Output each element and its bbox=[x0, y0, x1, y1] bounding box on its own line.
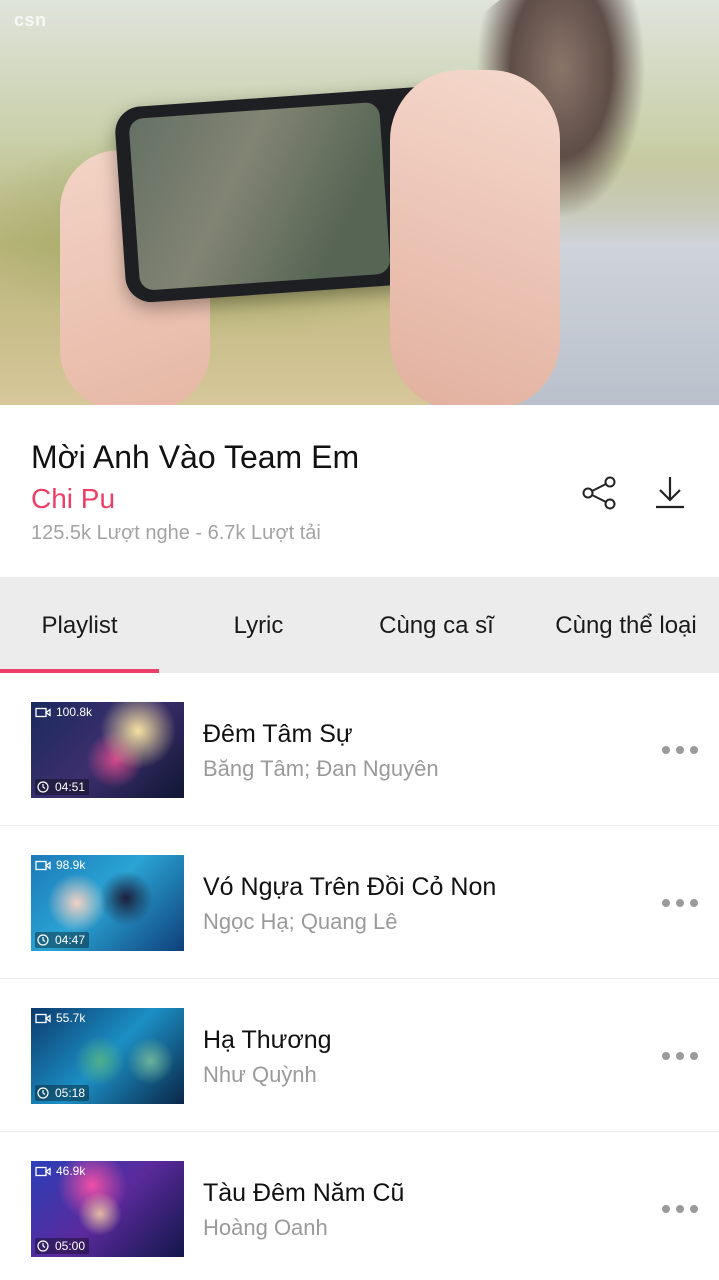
song-title: Mời Anh Vào Team Em bbox=[31, 439, 360, 475]
clock-icon bbox=[37, 1240, 49, 1252]
duration-badge: 04:47 bbox=[35, 932, 90, 948]
view-count: 98.9k bbox=[35, 858, 85, 872]
tab-playlist[interactable]: Playlist bbox=[0, 577, 159, 673]
item-artist: Như Quỳnh bbox=[203, 1062, 317, 1087]
clock-icon bbox=[37, 934, 49, 946]
tab-bar: Playlist Lyric Cùng ca sĩ Cùng thể loại bbox=[0, 577, 719, 673]
view-count: 100.8k bbox=[35, 705, 92, 719]
song-info: Mời Anh Vào Team Em Chi Pu 125.5k Lượt n… bbox=[0, 405, 719, 577]
duration-badge: 05:00 bbox=[35, 1238, 90, 1254]
song-stats: 125.5k Lượt nghe - 6.7k Lượt tải bbox=[31, 522, 321, 544]
duration-badge: 05:18 bbox=[35, 1085, 90, 1101]
item-artist: Băng Tâm; Đan Nguyên bbox=[203, 756, 439, 781]
list-item[interactable]: 55.7k 05:18 Hạ Thương Như Quỳnh bbox=[0, 979, 719, 1132]
tab-same-genre[interactable]: Cùng thể loại bbox=[541, 577, 711, 673]
video-thumbnail[interactable]: 100.8k 04:51 bbox=[31, 702, 184, 798]
list-item[interactable]: 100.8k 04:51 Đêm Tâm Sự Băng Tâm; Đan Ng… bbox=[0, 673, 719, 826]
view-count: 55.7k bbox=[35, 1011, 85, 1025]
clock-icon bbox=[37, 781, 49, 793]
more-options-button[interactable] bbox=[662, 1049, 698, 1063]
more-options-button[interactable] bbox=[662, 743, 698, 757]
item-artist: Ngọc Hạ; Quang Lê bbox=[203, 909, 398, 934]
list-item[interactable]: 98.9k 04:47 Vó Ngựa Trên Đồi Cỏ Non Ngọc… bbox=[0, 826, 719, 979]
share-icon bbox=[582, 476, 616, 510]
song-artist[interactable]: Chi Pu bbox=[31, 483, 115, 515]
duration-badge: 04:51 bbox=[35, 779, 90, 795]
tab-lyric[interactable]: Lyric bbox=[179, 577, 338, 673]
video-camera-icon bbox=[35, 1166, 51, 1176]
item-title: Đêm Tâm Sự bbox=[203, 720, 353, 748]
tab-same-artist[interactable]: Cùng ca sĩ bbox=[357, 577, 516, 673]
share-button[interactable] bbox=[579, 473, 619, 513]
video-thumbnail[interactable]: 46.9k 05:00 bbox=[31, 1161, 184, 1257]
more-options-button[interactable] bbox=[662, 1202, 698, 1216]
phone-screen bbox=[128, 101, 391, 291]
item-title: Hạ Thương bbox=[203, 1026, 332, 1054]
item-artist: Hoàng Oanh bbox=[203, 1215, 328, 1240]
video-camera-icon bbox=[35, 860, 51, 870]
clock-icon bbox=[37, 1087, 49, 1099]
download-icon bbox=[656, 477, 684, 509]
csn-logo: csn bbox=[14, 10, 47, 30]
video-player[interactable]: csn bbox=[0, 0, 719, 405]
video-camera-icon bbox=[35, 707, 51, 717]
download-button[interactable] bbox=[650, 473, 690, 513]
video-camera-icon bbox=[35, 1013, 51, 1023]
view-count: 46.9k bbox=[35, 1164, 85, 1178]
video-thumbnail[interactable]: 98.9k 04:47 bbox=[31, 855, 184, 951]
list-item[interactable]: 46.9k 05:00 Tàu Đêm Năm Cũ Hoàng Oanh bbox=[0, 1132, 719, 1280]
video-thumbnail[interactable]: 55.7k 05:18 bbox=[31, 1008, 184, 1104]
more-options-button[interactable] bbox=[662, 896, 698, 910]
item-title: Tàu Đêm Năm Cũ bbox=[203, 1179, 405, 1207]
item-title: Vó Ngựa Trên Đồi Cỏ Non bbox=[203, 873, 497, 901]
hand-right bbox=[390, 70, 560, 405]
